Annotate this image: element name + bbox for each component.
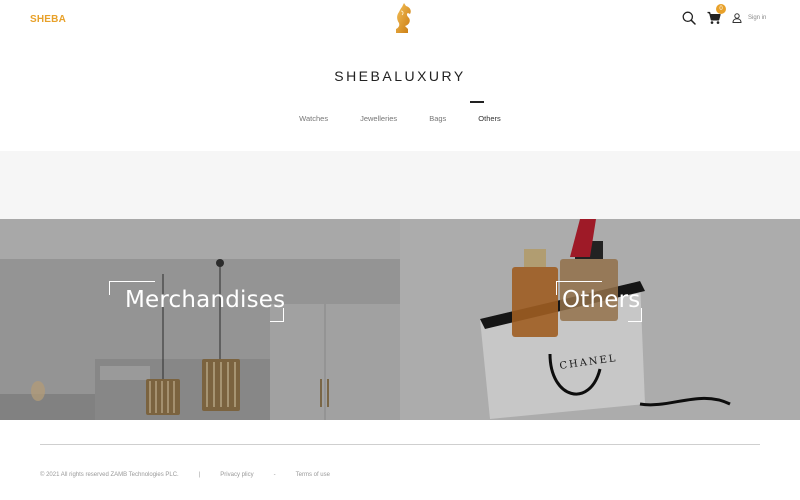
knight-horse-logo-icon[interactable] [391, 2, 415, 34]
category-tile-others[interactable]: CHANEL Others [400, 219, 800, 420]
category-label-merchandises: Merchandises [125, 287, 286, 313]
frame-corner-bottom-right [270, 308, 284, 322]
perfume-bag-image: CHANEL [400, 219, 800, 420]
nav-item-watches[interactable]: Watches [299, 114, 328, 123]
user-icon [732, 13, 742, 23]
brand-name[interactable]: SHEBA [30, 14, 66, 25]
site-header: SHEBA 0 Sign in [0, 0, 800, 40]
site-footer: © 2021 All rights reserved ZAMB Technolo… [40, 472, 330, 478]
interior-chandelier-image [0, 219, 400, 420]
sign-in-label: Sign in [748, 15, 767, 21]
privacy-policy-link[interactable]: Privacy plicy [220, 472, 253, 478]
search-icon[interactable] [682, 11, 696, 25]
footer-separator: | [198, 472, 201, 478]
footer-dash: - [273, 472, 276, 478]
category-nav: Watches Jewelleries Bags Others [0, 114, 800, 123]
nav-item-bags[interactable]: Bags [429, 114, 446, 123]
footer-divider [40, 444, 760, 445]
cart-count-badge: 0 [716, 4, 726, 14]
nav-item-jewelleries[interactable]: Jewelleries [360, 114, 397, 123]
nav-item-others[interactable]: Others [478, 114, 501, 123]
page-title: SHEBALUXURY [334, 68, 466, 84]
spacer-band [0, 151, 800, 219]
frame-corner-bottom-right [628, 308, 642, 322]
sign-in-button[interactable]: Sign in [732, 12, 766, 24]
terms-of-use-link[interactable]: Terms of use [296, 472, 330, 478]
copyright-text: © 2021 All rights reserved ZAMB Technolo… [40, 472, 179, 478]
category-tile-merchandises[interactable]: Merchandises [0, 219, 400, 420]
title-divider [470, 101, 484, 103]
